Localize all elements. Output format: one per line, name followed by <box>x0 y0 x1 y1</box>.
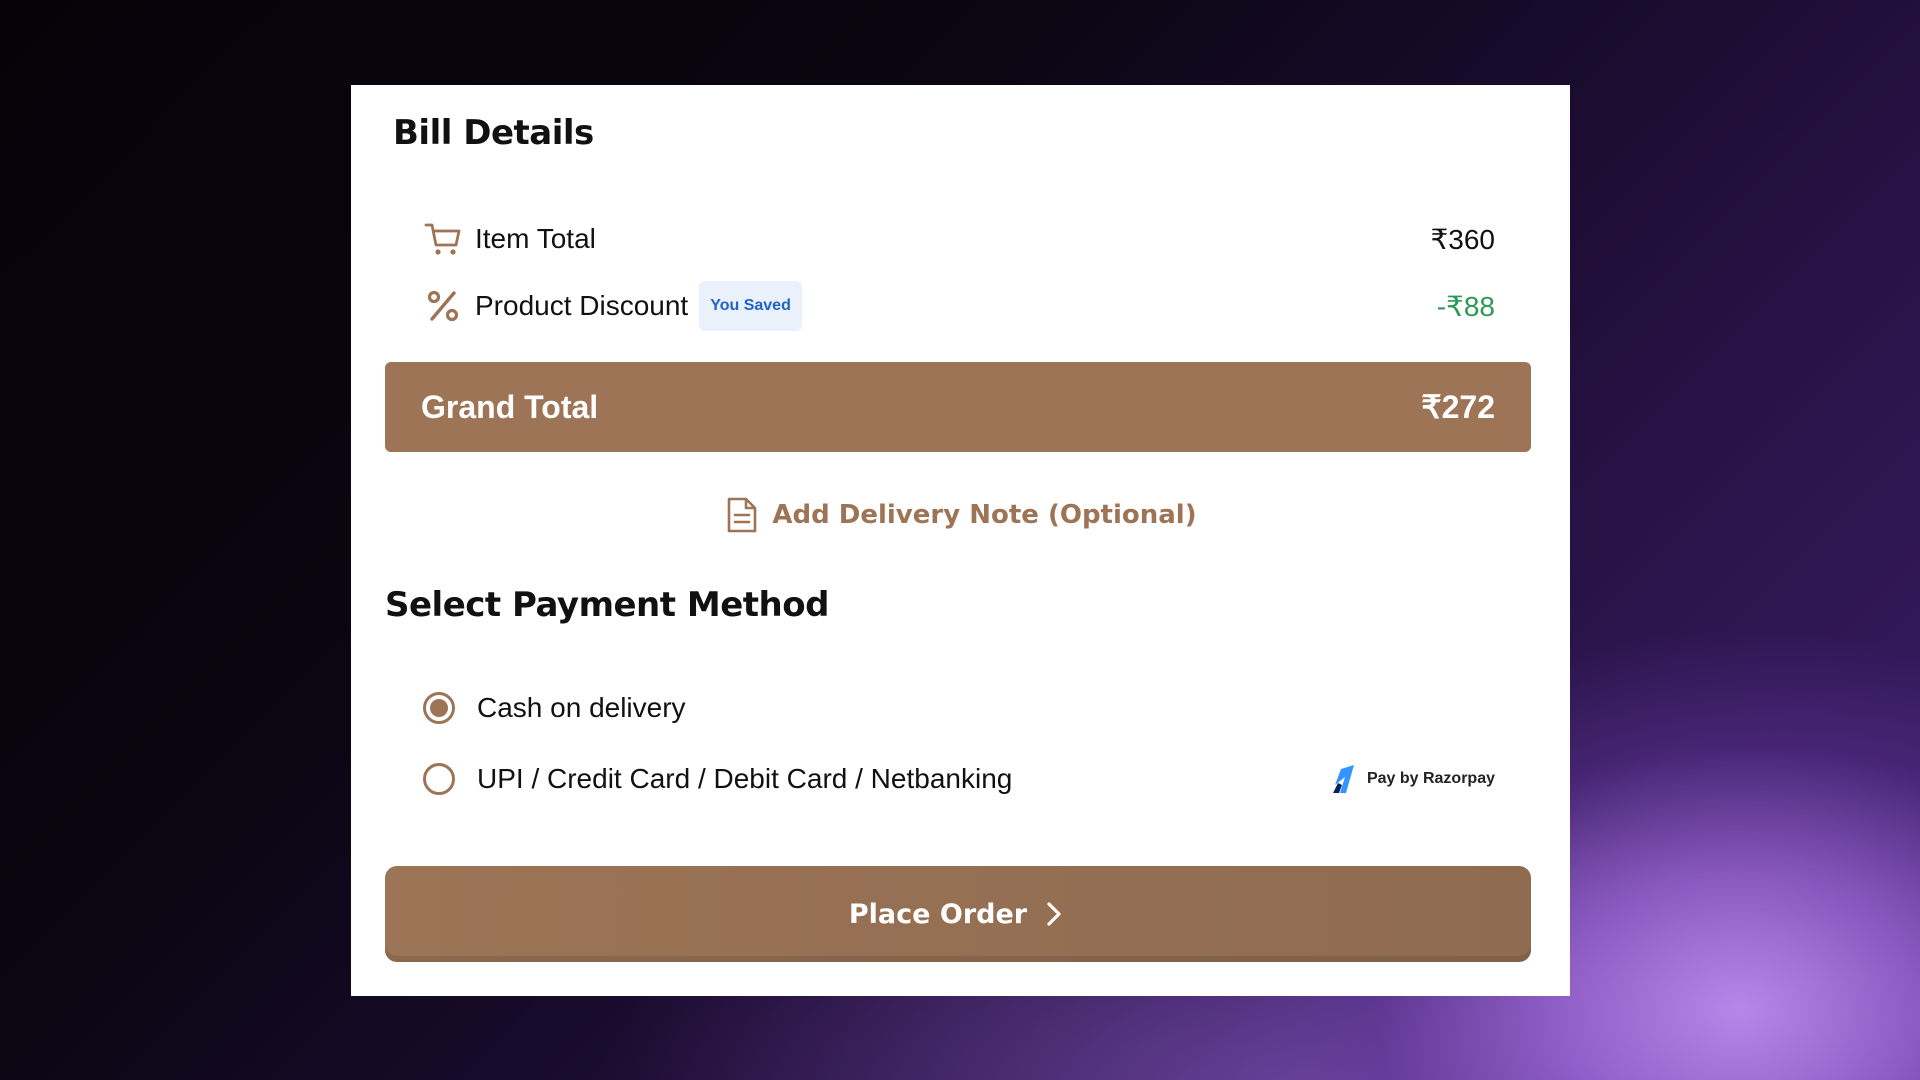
payment-method-title: Select Payment Method <box>385 585 829 625</box>
bill-details-title: Bill Details <box>393 113 594 153</box>
item-total-value: ₹360 <box>1430 223 1495 255</box>
radio-selected-dot <box>430 699 448 717</box>
percent-icon <box>423 286 463 326</box>
chevron-right-icon <box>1045 900 1067 928</box>
online-payment-radio[interactable] <box>423 763 455 795</box>
grand-total-label: Grand Total <box>421 388 599 425</box>
place-order-button[interactable]: Place Order <box>385 866 1531 962</box>
document-icon <box>724 495 760 535</box>
cart-icon <box>423 219 463 259</box>
razorpay-text: Pay by Razorpay <box>1366 770 1495 787</box>
item-total-label: Item Total <box>475 223 596 254</box>
online-payment-label: UPI / Credit Card / Debit Card / Netbank… <box>477 763 1013 794</box>
product-discount-value: -₹88 <box>1436 290 1495 322</box>
product-discount-label: Product Discount <box>475 290 689 321</box>
bill-card: Bill Details Item Total ₹360 Product Dis… <box>351 85 1570 996</box>
razorpay-logo-icon <box>1332 765 1354 793</box>
item-total-row: Item Total ₹360 <box>423 211 1495 267</box>
cod-radio[interactable] <box>423 692 455 724</box>
payment-option-cod[interactable]: Cash on delivery <box>423 683 1495 733</box>
grand-total-value: ₹272 <box>1421 389 1495 425</box>
cod-label: Cash on delivery <box>477 692 686 723</box>
product-discount-row: Product Discount You Saved -₹88 <box>423 278 1495 334</box>
you-saved-badge: You Saved <box>699 281 802 331</box>
add-delivery-note-label: Add Delivery Note (Optional) <box>772 500 1197 530</box>
place-order-label: Place Order <box>848 898 1028 930</box>
razorpay-badge: Pay by Razorpay <box>1329 763 1495 795</box>
add-delivery-note-link[interactable]: Add Delivery Note (Optional) <box>351 490 1570 540</box>
grand-total-bar: Grand Total ₹272 <box>385 362 1531 452</box>
payment-option-online[interactable]: UPI / Credit Card / Debit Card / Netbank… <box>423 754 1495 804</box>
